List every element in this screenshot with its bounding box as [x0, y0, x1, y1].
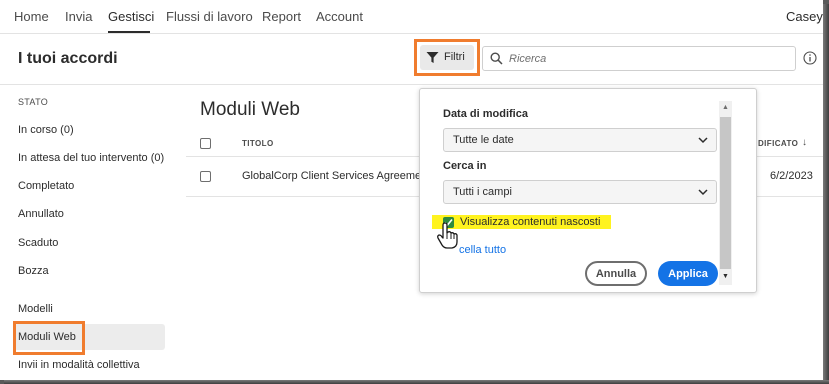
- info-icon[interactable]: [803, 51, 817, 65]
- cancel-button[interactable]: Annulla: [585, 261, 647, 286]
- nav-manage[interactable]: Gestisci: [108, 9, 154, 24]
- chevron-down-icon: [698, 189, 708, 196]
- filter-button[interactable]: Filtri: [420, 45, 474, 70]
- filter-funnel-icon: [426, 52, 439, 63]
- nav-workflows[interactable]: Flussi di lavoro: [166, 9, 253, 24]
- sidebar-item-expired[interactable]: Scaduto: [18, 237, 58, 249]
- sidebar-item-draft[interactable]: Bozza: [18, 265, 49, 277]
- hand-cursor-icon: [437, 222, 458, 249]
- date-modified-select[interactable]: Tutte le date: [443, 128, 717, 152]
- user-name[interactable]: Casey: [786, 9, 823, 24]
- filter-panel-scrollbar[interactable]: ▲ ▼: [719, 101, 732, 285]
- scroll-up-arrow-icon[interactable]: ▲: [722, 104, 729, 111]
- search-in-label: Cerca in: [443, 160, 487, 172]
- sort-arrow-down-icon[interactable]: ↓: [802, 137, 807, 148]
- search-box[interactable]: [482, 46, 796, 71]
- row-modified-date: 6/2/2023: [770, 170, 813, 182]
- select-all-checkbox[interactable]: [200, 138, 211, 149]
- filter-button-label: Filtri: [444, 51, 465, 63]
- sidebar-item-bulk-send[interactable]: Invii in modalità collettiva: [18, 359, 140, 371]
- page-header: I tuoi accordi Filtri: [0, 34, 823, 85]
- window-shadow-right: [823, 4, 829, 384]
- row-title[interactable]: GlobalCorp Client Services Agreement: [242, 170, 430, 182]
- chevron-down-icon: [698, 137, 708, 144]
- show-hidden-label[interactable]: Visualizza contenuti nascosti: [460, 216, 600, 228]
- nav-reports[interactable]: Report: [262, 9, 301, 24]
- row-checkbox[interactable]: [200, 171, 211, 182]
- column-header-modified[interactable]: DIFICATO: [758, 139, 798, 148]
- search-input[interactable]: [509, 50, 789, 67]
- web-forms-highlight: [13, 321, 85, 355]
- filter-panel: Data di modifica Tutte le date Cerca in …: [419, 88, 757, 293]
- nav-home[interactable]: Home: [14, 9, 49, 24]
- window-shadow-bottom: [4, 380, 829, 384]
- page-title: I tuoi accordi: [18, 50, 118, 67]
- search-icon: [490, 52, 503, 65]
- nav-account[interactable]: Account: [316, 9, 363, 24]
- scrollbar-thumb[interactable]: [720, 117, 731, 269]
- scroll-down-arrow-icon[interactable]: ▼: [722, 273, 729, 280]
- sidebar-item-waiting[interactable]: In attesa del tuo intervento (0): [18, 152, 164, 164]
- date-modified-value: Tutte le date: [453, 134, 514, 146]
- date-modified-label: Data di modifica: [443, 108, 528, 120]
- column-header-title[interactable]: TITOLO: [242, 139, 274, 148]
- section-title: Moduli Web: [200, 99, 300, 120]
- sidebar-item-completed[interactable]: Completato: [18, 180, 74, 192]
- search-in-value: Tutti i campi: [453, 186, 512, 198]
- top-nav: Home Invia Gestisci Flussi di lavoro Rep…: [0, 0, 823, 34]
- sidebar-heading: STATO: [18, 97, 49, 107]
- sidebar-item-cancelled[interactable]: Annullato: [18, 208, 64, 220]
- sidebar-item-in-progress[interactable]: In corso (0): [18, 124, 74, 136]
- search-in-select[interactable]: Tutti i campi: [443, 180, 717, 204]
- active-nav-indicator: [108, 31, 150, 33]
- apply-button[interactable]: Applica: [658, 261, 718, 286]
- clear-all-link[interactable]: cella tutto: [459, 244, 506, 256]
- nav-send[interactable]: Invia: [65, 9, 92, 24]
- sidebar-item-templates[interactable]: Modelli: [18, 303, 53, 315]
- app-window: Home Invia Gestisci Flussi di lavoro Rep…: [0, 0, 823, 380]
